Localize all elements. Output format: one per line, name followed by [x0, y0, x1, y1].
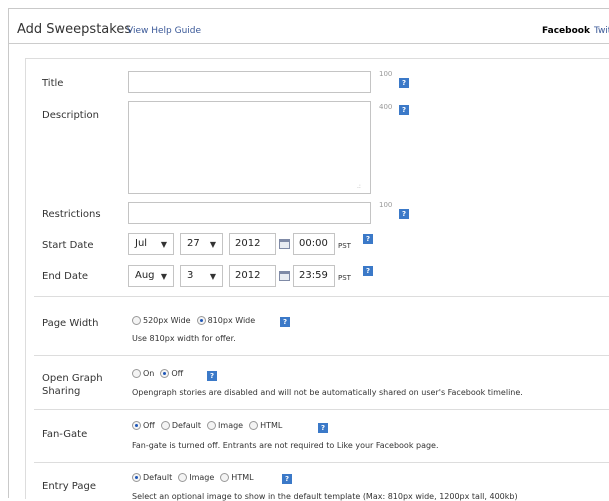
start-time-input[interactable]: 00:00 [293, 233, 335, 255]
option-og-on: On [143, 369, 155, 378]
end-day-value: 3 [187, 270, 194, 281]
open-graph-options: On Off [132, 369, 189, 378]
calendar-icon[interactable] [279, 239, 290, 249]
radio-og-on[interactable] [132, 369, 141, 378]
start-year-input[interactable]: 2012 [229, 233, 276, 255]
chevron-down-icon: ▼ [209, 272, 216, 281]
option-fg-html: HTML [260, 421, 283, 430]
resize-grip-icon[interactable]: .: [357, 183, 361, 190]
radio-ep-image[interactable] [178, 473, 188, 482]
tab-twitter[interactable]: Twit [594, 26, 609, 36]
start-day-select[interactable]: 27 ▼ [180, 233, 223, 255]
restrictions-label: Restrictions [42, 209, 101, 220]
start-timezone: PST [338, 242, 351, 250]
radio-fg-html[interactable] [249, 421, 259, 430]
chevron-down-icon: ▼ [160, 272, 167, 281]
help-icon[interactable]: ? [282, 474, 292, 484]
tab-facebook[interactable]: Facebook [542, 26, 590, 36]
divider [34, 409, 609, 410]
end-year-input[interactable]: 2012 [229, 265, 276, 287]
divider [34, 296, 609, 297]
end-timezone: PST [338, 274, 351, 282]
fan-gate-options: Off Default Image HTML [132, 421, 288, 430]
radio-520px[interactable] [132, 316, 141, 325]
entry-page-options: Default Image HTML [132, 473, 260, 482]
start-month-value: Jul [135, 238, 148, 249]
page-width-options: 520px Wide 810px Wide [132, 316, 261, 325]
option-fg-default: Default [171, 421, 202, 430]
app-frame: Add Sweepstakes View Help Guide Facebook… [8, 8, 609, 501]
page-header: Add Sweepstakes View Help Guide Facebook… [9, 9, 609, 44]
restrictions-input[interactable] [128, 202, 371, 224]
radio-og-off[interactable] [160, 369, 170, 378]
help-icon[interactable]: ? [363, 234, 373, 244]
start-day-value: 27 [187, 238, 200, 249]
option-810px: 810px Wide [207, 316, 256, 325]
radio-fg-off[interactable] [132, 421, 141, 430]
page-title: Add Sweepstakes [17, 22, 132, 37]
description-textarea[interactable] [128, 101, 371, 194]
radio-ep-default[interactable] [132, 473, 141, 482]
radio-810px[interactable] [196, 316, 206, 325]
title-char-limit: 100 [379, 70, 393, 78]
platform-tabs: Facebook Twit [542, 26, 609, 36]
end-month-select[interactable]: Aug ▼ [128, 265, 174, 287]
end-date-label: End Date [42, 271, 89, 282]
title-input[interactable] [128, 71, 371, 93]
page-width-hint: Use 810px width for offer. [132, 334, 236, 343]
open-graph-label-line1: Open Graph [42, 373, 103, 384]
open-graph-hint: Opengraph stories are disabled and will … [132, 388, 523, 397]
start-month-select[interactable]: Jul ▼ [128, 233, 174, 255]
option-ep-image: Image [189, 473, 215, 482]
end-day-select[interactable]: 3 ▼ [180, 265, 223, 287]
fan-gate-hint: Fan-gate is turned off. Entrants are not… [132, 441, 439, 450]
restrictions-char-limit: 100 [379, 201, 393, 209]
calendar-icon[interactable] [279, 271, 290, 281]
radio-ep-html[interactable] [220, 473, 230, 482]
help-icon[interactable]: ? [399, 78, 409, 88]
help-guide-link[interactable]: View Help Guide [127, 26, 201, 36]
help-icon[interactable]: ? [363, 266, 373, 276]
help-icon[interactable]: ? [207, 371, 217, 381]
open-graph-label: Open Graph Sharing [42, 372, 103, 398]
description-char-limit: 400 [379, 103, 393, 111]
help-icon[interactable]: ? [399, 209, 409, 219]
option-fg-image: Image [218, 421, 244, 430]
radio-fg-image[interactable] [207, 421, 217, 430]
chevron-down-icon: ▼ [160, 240, 167, 249]
help-icon[interactable]: ? [399, 105, 409, 115]
help-icon[interactable]: ? [318, 423, 328, 433]
chevron-down-icon: ▼ [209, 240, 216, 249]
option-og-off: Off [171, 369, 184, 378]
radio-fg-default[interactable] [160, 421, 170, 430]
title-label: Title [42, 78, 64, 89]
option-ep-html: HTML [231, 473, 254, 482]
end-time-input[interactable]: 23:59 [293, 265, 335, 287]
option-fg-off: Off [143, 421, 155, 430]
option-520px: 520px Wide [143, 316, 191, 325]
description-label: Description [42, 110, 99, 121]
help-icon[interactable]: ? [280, 317, 290, 327]
sweepstakes-form: Title 100 ? Description .: 400 ? Restric… [25, 58, 609, 501]
start-date-label: Start Date [42, 240, 94, 251]
end-month-value: Aug [135, 270, 155, 281]
entry-page-label: Entry Page [42, 481, 96, 492]
divider [34, 462, 609, 463]
option-ep-default: Default [143, 473, 173, 482]
open-graph-label-line2: Sharing [42, 386, 81, 397]
fan-gate-label: Fan-Gate [42, 429, 88, 440]
page-width-label: Page Width [42, 318, 99, 329]
divider [34, 355, 609, 356]
